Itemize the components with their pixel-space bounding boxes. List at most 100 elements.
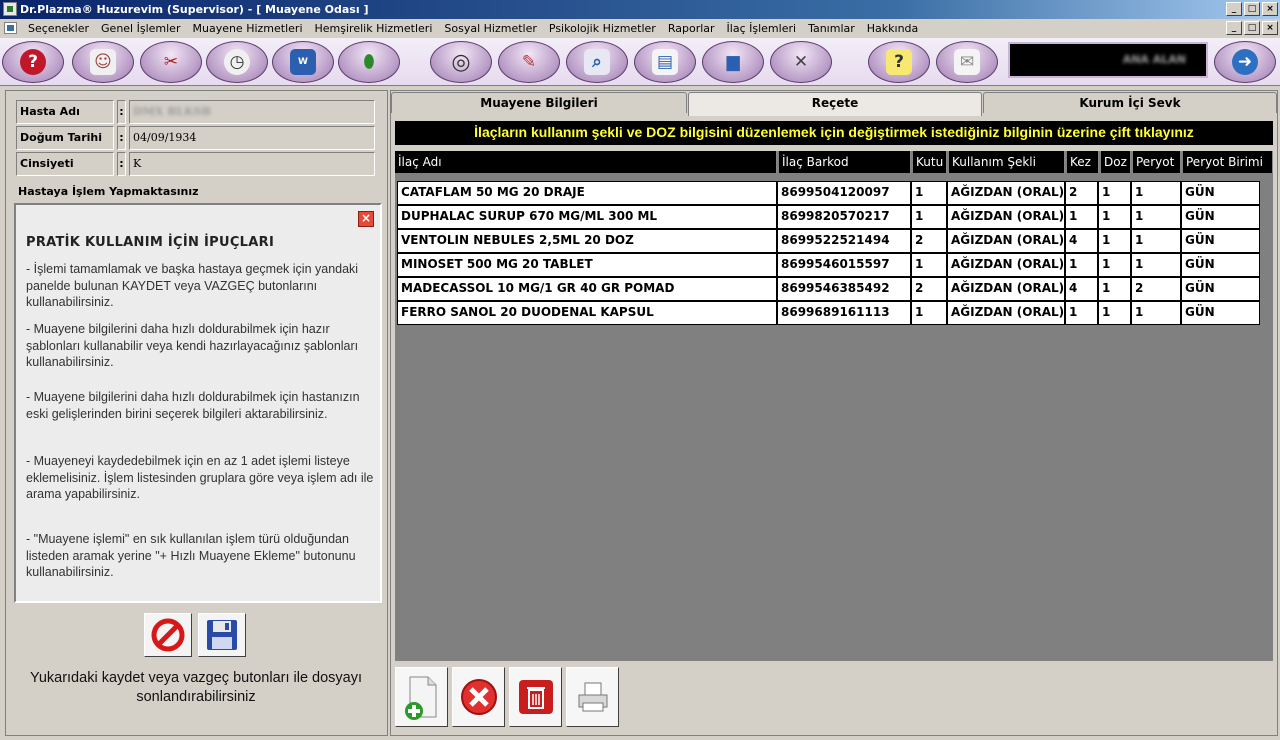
menu-social[interactable]: Sosyal Hizmetler [438, 22, 543, 35]
period-cell[interactable]: 1 [1131, 205, 1181, 229]
menu-medication[interactable]: İlaç İşlemleri [721, 22, 803, 35]
barcode-cell[interactable]: 8699504120097 [777, 181, 911, 205]
usage-cell[interactable]: AĞIZDAN (ORAL) [947, 277, 1065, 301]
stopwatch-button[interactable]: ◷ [206, 41, 268, 83]
dose-cell[interactable]: 1 [1098, 205, 1131, 229]
medication-name-cell[interactable]: VENTOLIN NEBULES 2,5ML 20 DOZ [397, 229, 777, 253]
times-cell[interactable]: 1 [1065, 253, 1098, 277]
barcode-cell[interactable]: 8699546015597 [777, 253, 911, 277]
times-cell[interactable]: 4 [1065, 277, 1098, 301]
period-unit-cell[interactable]: GÜN [1181, 181, 1260, 205]
question-note-button[interactable]: ? [868, 41, 930, 83]
pills-icon: ⬮ [363, 52, 375, 72]
child-minimize-button[interactable]: _ [1226, 21, 1242, 35]
close-tips-icon[interactable]: × [358, 211, 374, 227]
column-header[interactable]: Kez [1067, 151, 1099, 173]
tools-button[interactable]: ✕ [770, 41, 832, 83]
globe-exit-button[interactable]: ➜ [1214, 41, 1276, 83]
column-header[interactable]: Peryot [1133, 151, 1181, 173]
period-unit-cell[interactable]: GÜN [1181, 205, 1260, 229]
tab-prescription[interactable]: Reçete [688, 92, 982, 116]
mdi-child-icon[interactable] [4, 22, 17, 34]
medication-name-cell[interactable]: CATAFLAM 50 MG 20 DRAJE [397, 181, 777, 205]
box-cell[interactable]: 2 [911, 229, 947, 253]
menu-nursing[interactable]: Hemşirelik Hizmetleri [309, 22, 439, 35]
spiral-button[interactable]: ◎ [430, 41, 492, 83]
child-close-button[interactable]: × [1262, 21, 1278, 35]
syringe-button[interactable]: ✎ [498, 41, 560, 83]
mail-button[interactable]: ✉ [936, 41, 998, 83]
usage-cell[interactable]: AĞIZDAN (ORAL) [947, 181, 1065, 205]
box-cell[interactable]: 1 [911, 205, 947, 229]
period-unit-cell[interactable]: GÜN [1181, 301, 1260, 325]
barcode-cell[interactable]: 8699689161113 [777, 301, 911, 325]
document-search-button[interactable]: ⌕ [566, 41, 628, 83]
period-cell[interactable]: 1 [1131, 301, 1181, 325]
menu-examination[interactable]: Muayene Hizmetleri [186, 22, 308, 35]
pills-button[interactable]: ⬮ [338, 41, 400, 83]
stopwatch-icon: ◷ [224, 49, 250, 75]
menu-definitions[interactable]: Tanımlar [802, 22, 861, 35]
usage-cell[interactable]: AĞIZDAN (ORAL) [947, 301, 1065, 325]
bar-chart-button[interactable]: ▆ [702, 41, 764, 83]
period-cell[interactable]: 2 [1131, 277, 1181, 301]
close-button[interactable]: × [1262, 2, 1278, 16]
doctors-button[interactable]: ☺ [72, 41, 134, 83]
remove-medication-button[interactable] [452, 667, 505, 727]
barcode-cell[interactable]: 8699546385492 [777, 277, 911, 301]
column-header[interactable]: Doz [1101, 151, 1131, 173]
menu-general[interactable]: Genel İşlemler [95, 22, 186, 35]
tab-internal-referral[interactable]: Kurum İçi Sevk [983, 92, 1277, 113]
box-cell[interactable]: 1 [911, 181, 947, 205]
maximize-button[interactable]: □ [1244, 2, 1260, 16]
tab-examination-info[interactable]: Muayene Bilgileri [391, 92, 687, 113]
dose-cell[interactable]: 1 [1098, 181, 1131, 205]
menu-reports[interactable]: Raporlar [662, 22, 721, 35]
period-unit-cell[interactable]: GÜN [1181, 229, 1260, 253]
usage-cell[interactable]: AĞIZDAN (ORAL) [947, 229, 1065, 253]
child-restore-button[interactable]: □ [1244, 21, 1260, 35]
barcode-cell[interactable]: 8699522521494 [777, 229, 911, 253]
box-cell[interactable]: 1 [911, 253, 947, 277]
period-unit-cell[interactable]: GÜN [1181, 277, 1260, 301]
delete-all-button[interactable] [509, 667, 562, 727]
dose-cell[interactable]: 1 [1098, 277, 1131, 301]
medication-name-cell[interactable]: FERRO SANOL 20 DUODENAL KAPSUL [397, 301, 777, 325]
medication-name-cell[interactable]: MADECASSOL 10 MG/1 GR 40 GR POMAD [397, 277, 777, 301]
clipboard-button[interactable]: ▤ [634, 41, 696, 83]
dose-cell[interactable]: 1 [1098, 301, 1131, 325]
column-header[interactable]: İlaç Barkod [779, 151, 911, 173]
column-header[interactable]: Kullanım Şekli [949, 151, 1065, 173]
minimize-button[interactable]: _ [1226, 2, 1242, 16]
column-header[interactable]: İlaç Adı [395, 151, 777, 173]
menu-about[interactable]: Hakkında [861, 22, 925, 35]
box-cell[interactable]: 2 [911, 277, 947, 301]
period-cell[interactable]: 1 [1131, 229, 1181, 253]
help-head-button[interactable]: ? [2, 41, 64, 83]
save-button[interactable] [198, 613, 246, 657]
dose-cell[interactable]: 1 [1098, 253, 1131, 277]
usage-cell[interactable]: AĞIZDAN (ORAL) [947, 253, 1065, 277]
box-cell[interactable]: 1 [911, 301, 947, 325]
times-cell[interactable]: 1 [1065, 301, 1098, 325]
times-cell[interactable]: 1 [1065, 205, 1098, 229]
column-header[interactable]: Kutu [913, 151, 947, 173]
times-cell[interactable]: 2 [1065, 181, 1098, 205]
period-unit-cell[interactable]: GÜN [1181, 253, 1260, 277]
medication-name-cell[interactable]: MINOSET 500 MG 20 TABLET [397, 253, 777, 277]
column-header[interactable]: Peryot Birimi [1183, 151, 1273, 173]
usage-cell[interactable]: AĞIZDAN (ORAL) [947, 205, 1065, 229]
period-cell[interactable]: 1 [1131, 253, 1181, 277]
word-doc-button[interactable]: W [272, 41, 334, 83]
print-button[interactable] [566, 667, 619, 727]
period-cell[interactable]: 1 [1131, 181, 1181, 205]
times-cell[interactable]: 4 [1065, 229, 1098, 253]
medication-name-cell[interactable]: DUPHALAC SURUP 670 MG/ML 300 ML [397, 205, 777, 229]
medical-tools-button[interactable]: ✂ [140, 41, 202, 83]
menu-psychological[interactable]: Psikolojik Hizmetler [543, 22, 662, 35]
barcode-cell[interactable]: 8699820570217 [777, 205, 911, 229]
cancel-button[interactable] [144, 613, 192, 657]
dose-cell[interactable]: 1 [1098, 229, 1131, 253]
add-medication-button[interactable] [395, 667, 448, 727]
menu-options[interactable]: Seçenekler [22, 22, 95, 35]
